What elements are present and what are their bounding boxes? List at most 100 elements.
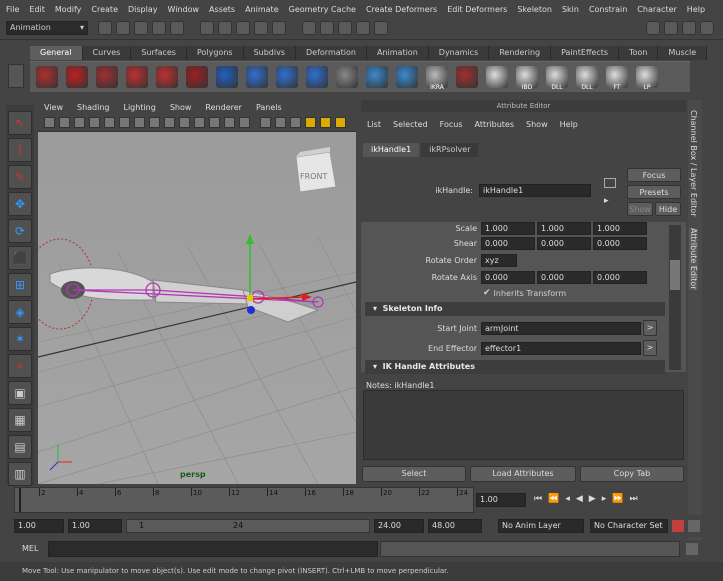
shelf-tool-icon[interactable] [276, 66, 298, 88]
script-editor-icon[interactable] [686, 543, 698, 555]
side-tab-attribute-editor[interactable]: Attribute Editor [689, 228, 698, 290]
input-connection-icon[interactable] [604, 178, 616, 188]
menu-item-animate[interactable]: Animate [245, 5, 279, 14]
playback-end-field[interactable]: 24.00 [374, 519, 424, 533]
go-start-icon[interactable]: ⏮ [534, 494, 542, 504]
ae-menu-focus[interactable]: Focus [440, 120, 463, 129]
select-button[interactable]: Select [362, 466, 466, 482]
menu-item-window[interactable]: Window [168, 5, 200, 14]
viewport-tool-icon[interactable] [260, 117, 271, 128]
playback-start-field[interactable]: 1.00 [68, 519, 122, 533]
step-back-key-icon[interactable]: ⏪ [548, 494, 559, 504]
shelf-tool-icon[interactable] [96, 66, 118, 88]
toggle-panel-d-icon[interactable] [700, 21, 714, 35]
menu-item-skeleton[interactable]: Skeleton [517, 5, 552, 14]
ae-tab-ikrpsolver[interactable]: ikRPsolver [421, 143, 479, 157]
viewport-tool-icon[interactable] [149, 117, 160, 128]
shelf-tab-toon[interactable]: Toon [619, 46, 659, 60]
menu-item-file[interactable]: File [6, 5, 19, 14]
menu-item-assets[interactable]: Assets [209, 5, 235, 14]
viewport-menu-renderer[interactable]: Renderer [205, 103, 242, 112]
shear-x-field[interactable]: 0.000 [481, 236, 535, 250]
shelf-tool-icon[interactable] [396, 66, 418, 88]
end-effector-nav-button[interactable]: > [643, 340, 657, 356]
end-effector-field[interactable]: effector1 [481, 341, 641, 355]
shelf-tool-icon[interactable] [336, 66, 358, 88]
viewport-tool-icon[interactable] [224, 117, 235, 128]
menu-item-modify[interactable]: Modify [55, 5, 82, 14]
notes-textarea[interactable] [363, 390, 684, 460]
menu-item-help[interactable]: Help [687, 5, 705, 14]
new-scene-icon[interactable] [98, 21, 112, 35]
shelf-tab-dynamics[interactable]: Dynamics [428, 46, 490, 60]
viewport-tool-icon[interactable] [320, 117, 331, 128]
open-scene-icon[interactable] [116, 21, 130, 35]
viewport-menu-lighting[interactable]: Lighting [123, 103, 155, 112]
character-set-select[interactable]: No Character Set [590, 519, 668, 533]
scale-y-field[interactable]: 1.000 [537, 221, 591, 235]
viewport-tool-icon[interactable] [209, 117, 220, 128]
shelf-tool-icon[interactable] [216, 66, 238, 88]
current-time-marker[interactable] [19, 488, 21, 512]
step-forward-icon[interactable]: ▸ [602, 494, 607, 504]
ae-menu-help[interactable]: Help [560, 120, 578, 129]
viewport-tool-icon[interactable] [290, 117, 301, 128]
menu-item-edit[interactable]: Edit [29, 5, 45, 14]
auto-key-icon[interactable] [672, 520, 684, 532]
save-scene-icon[interactable] [134, 21, 148, 35]
scrollbar-thumb[interactable] [670, 260, 680, 290]
shelf-tool-icon[interactable] [366, 66, 388, 88]
shear-y-field[interactable]: 0.000 [537, 236, 591, 250]
step-forward-key-icon[interactable]: ⏩ [612, 494, 623, 504]
menu-item-create-deformers[interactable]: Create Deformers [366, 5, 437, 14]
menu-item-create[interactable]: Create [91, 5, 118, 14]
render-icon[interactable] [320, 21, 334, 35]
shelf-tool-icon[interactable] [456, 66, 478, 88]
menu-item-edit-deformers[interactable]: Edit Deformers [447, 5, 507, 14]
show-button[interactable]: Show [627, 202, 653, 216]
toggle-panel-c-icon[interactable] [682, 21, 696, 35]
viewport-tool-icon[interactable] [164, 117, 175, 128]
viewport-tool-icon[interactable] [74, 117, 85, 128]
menu-set-select[interactable]: Animation [6, 21, 88, 35]
shelf-tool-icon[interactable] [66, 66, 88, 88]
shelf-tool-icon[interactable] [126, 66, 148, 88]
range-slider[interactable]: 1 24 [126, 519, 370, 533]
snap-grid-icon[interactable] [218, 21, 232, 35]
viewport-tool-icon[interactable] [89, 117, 100, 128]
start-joint-field[interactable]: armJoint [481, 321, 641, 335]
toggle-panel-b-icon[interactable] [664, 21, 678, 35]
scale-x-field[interactable]: 1.000 [481, 221, 535, 235]
shelf-tool-icon[interactable] [156, 66, 178, 88]
step-back-icon[interactable]: ◂ [565, 494, 570, 504]
rotate-axis-z-field[interactable]: 0.000 [593, 270, 647, 284]
shelf-tab-surfaces[interactable]: Surfaces [131, 46, 187, 60]
rotate-tool-icon[interactable]: ⟳ [8, 219, 32, 243]
rotate-axis-x-field[interactable]: 0.000 [481, 270, 535, 284]
shelf-tool-icon[interactable] [186, 66, 208, 88]
shelf-tab-rendering[interactable]: Rendering [489, 46, 552, 60]
viewport-tool-icon[interactable] [119, 117, 130, 128]
anim-end-field[interactable]: 48.00 [428, 519, 482, 533]
current-frame-field[interactable]: 1.00 [476, 493, 526, 507]
play-back-icon[interactable]: ◀ [576, 494, 583, 504]
viewport-tool-icon[interactable] [239, 117, 250, 128]
menu-item-skin[interactable]: Skin [562, 5, 579, 14]
history-icon[interactable] [302, 21, 316, 35]
mel-input[interactable] [48, 541, 378, 557]
viewport-menu-panels[interactable]: Panels [256, 103, 282, 112]
shelf-tool-icon[interactable] [486, 66, 508, 88]
hypershade-icon[interactable] [374, 21, 388, 35]
presets-button[interactable]: Presets [627, 185, 681, 199]
viewport-menu-show[interactable]: Show [170, 103, 192, 112]
node-name-field[interactable]: ikHandle1 [479, 184, 591, 197]
ipr-icon[interactable] [338, 21, 352, 35]
play-forward-icon[interactable]: ▶ [589, 494, 596, 504]
shelf-tab-curves[interactable]: Curves [82, 46, 132, 60]
attribute-scrollbar[interactable] [669, 225, 681, 370]
viewport-tool-icon[interactable] [179, 117, 190, 128]
shelf-menu-icon[interactable] [8, 64, 24, 88]
output-connection-icon[interactable]: ▸ [604, 196, 609, 206]
menu-item-display[interactable]: Display [128, 5, 158, 14]
layout-graph-icon[interactable]: ▤ [8, 435, 32, 459]
